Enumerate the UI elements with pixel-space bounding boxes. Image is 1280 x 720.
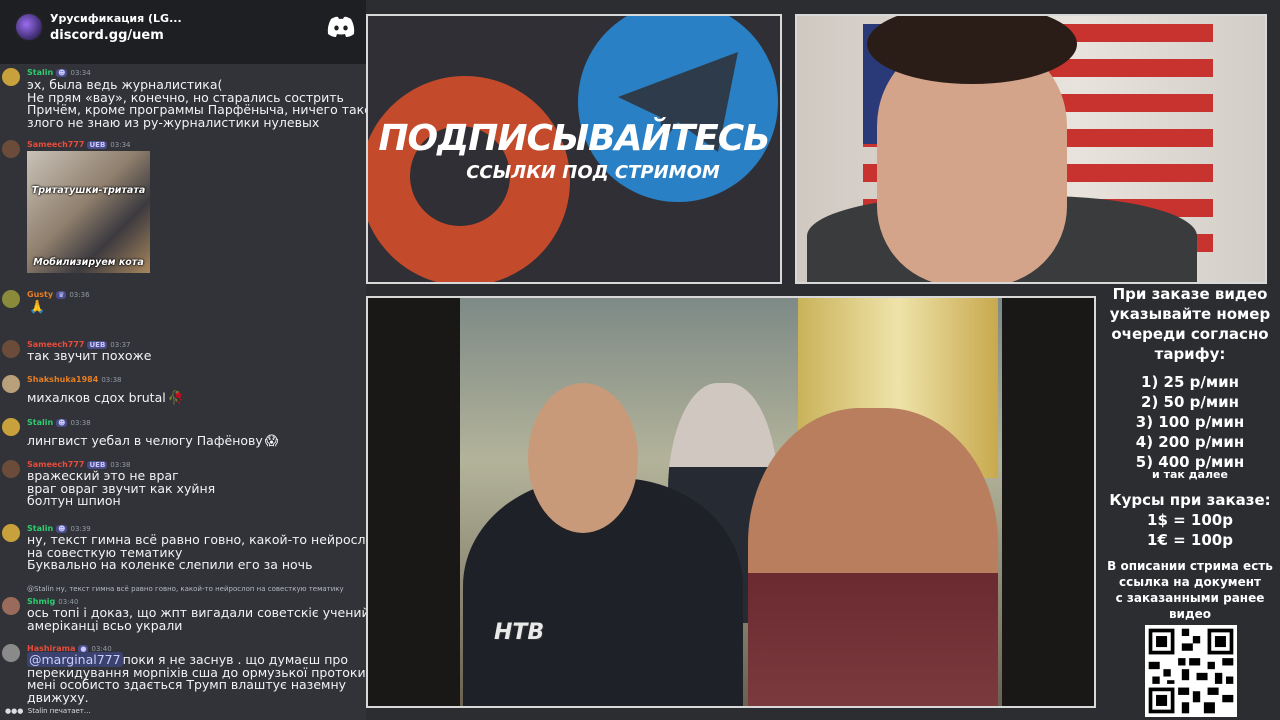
user-avatar — [2, 597, 20, 615]
currency-rates: Курсы при заказе: 1$ = 100р 1€ = 100р — [1109, 491, 1271, 549]
description-note: В описании стрима есть ссылка на докумен… — [1107, 559, 1273, 621]
message-text: ну, текст гимна всё равно говно, какой-т… — [27, 532, 366, 572]
user-avatar — [2, 418, 20, 436]
image-caption: Тритатушки-тритата — [31, 185, 146, 196]
discord-logo-icon — [327, 16, 355, 37]
user-avatar — [2, 644, 20, 662]
message-text: 🙏 — [27, 301, 365, 315]
tariff-etc: и так далее — [1152, 468, 1228, 481]
order-info-panel: При заказе видео указывайте номер очеред… — [1100, 282, 1280, 720]
message-text: ось топі і доказ, що жпт вигадали советс… — [27, 605, 366, 633]
typing-dots-icon: ●●● — [5, 707, 24, 715]
order-heading: При заказе видео указывайте номер очеред… — [1109, 285, 1271, 363]
username: Sameech777 UEB 03:34 — [27, 140, 131, 149]
webcam-feed — [795, 14, 1267, 284]
video-person-head — [528, 383, 638, 533]
message-text: лингвист уебал в челюгу Пафёнову 😱 — [27, 433, 279, 449]
message-text: так звучит похоже — [27, 348, 152, 363]
server-icon — [14, 12, 44, 42]
message-text: эх, была ведь журналистика( Не прям «вау… — [27, 77, 366, 130]
server-invite-link: discord.gg/uem — [50, 28, 164, 43]
message-text: михалков сдох brutal 🥀 — [27, 390, 184, 406]
promo-subtitle: ССЫЛКИ ПОД СТРИМОМ — [466, 162, 720, 183]
subscribe-promo-panel: ПОДПИСЫВАЙТЕСЬ ССЫЛКИ ПОД СТРИМОМ — [366, 14, 782, 284]
user-avatar — [2, 460, 20, 478]
discord-chat-overlay: Урусификация (LG... discord.gg/uem Stali… — [0, 0, 366, 720]
promo-title: ПОДПИСЫВАЙТЕСЬ — [378, 118, 770, 159]
role-badge-icon: ☻ — [56, 68, 68, 77]
username: Stalin ☻ 03:38 — [27, 418, 91, 427]
server-name: Урусификация (LG... — [50, 12, 182, 25]
ntv-channel-logo: НТВ — [494, 620, 545, 645]
emoji-icon: 😱 — [264, 434, 279, 449]
video-person — [748, 408, 998, 706]
user-avatar — [2, 375, 20, 393]
user-avatar — [2, 340, 20, 358]
user-avatar — [2, 140, 20, 158]
image-caption: Мобилизируем кота — [33, 257, 144, 268]
typing-indicator: ●●● Stalin печатает... — [5, 707, 91, 715]
username: Shakshuka1984 03:38 — [27, 375, 122, 384]
emoji-icon: 🥀 — [167, 391, 184, 406]
qr-code-icon — [1145, 625, 1237, 717]
video-player: НТВ — [366, 296, 1096, 708]
username: Stalin ☻ 03:34 — [27, 68, 91, 77]
user-avatar — [2, 290, 20, 308]
reply-preview[interactable]: @Stalin ну, текст гимна всё равно говно,… — [27, 585, 344, 593]
message-text: @marginal777 поки я не заснув . що думаєш… — [27, 652, 366, 705]
server-header: Урусификация (LG... discord.gg/uem — [0, 0, 366, 64]
tariff-list: 1) 25 р/мин 2) 50 р/мин 3) 100 р/мин 4) … — [1135, 373, 1245, 471]
user-avatar — [2, 524, 20, 542]
emoji-icon: 🙏 — [29, 300, 46, 315]
username: Gusty ♛ 03:36 — [27, 290, 90, 299]
attached-image[interactable]: Тритатушки-тритата Мобилизируем кота — [27, 151, 150, 273]
role-badge-icon: ♛ — [56, 290, 67, 299]
message-text: вражеский это не враг враг овраг звучит … — [27, 468, 216, 508]
user-avatar — [2, 68, 20, 86]
role-badge-icon: ☻ — [56, 418, 68, 427]
